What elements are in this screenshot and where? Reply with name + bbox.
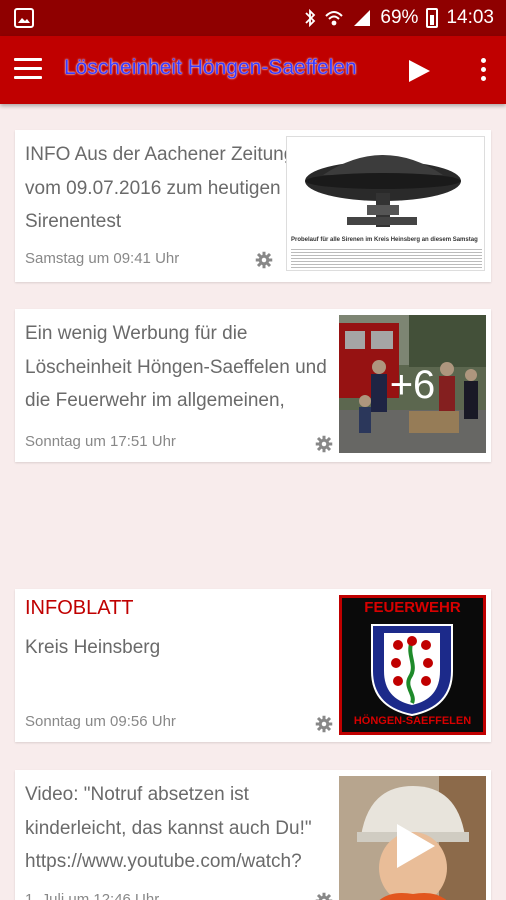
post-image[interactable]: FEUERWEHR HÖNGEN-SAEFFELEN	[339, 595, 486, 735]
post-date: Samstag um 09:41 Uhr	[25, 250, 180, 267]
gallery-icon	[14, 8, 34, 28]
gear-icon[interactable]	[255, 251, 273, 269]
post-date: Sonntag um 09:56 Uhr	[25, 713, 176, 730]
more-options-icon[interactable]	[480, 58, 488, 84]
post-card[interactable]: INFO Aus der Aachener Zeitung vom 09.07.…	[15, 130, 491, 282]
bluetooth-icon	[305, 8, 316, 28]
post-card[interactable]: Ein wenig Werbung für die Löscheinheit H…	[15, 309, 491, 462]
post-image[interactable]: +6	[339, 315, 486, 453]
video-thumbnail[interactable]	[339, 776, 486, 900]
signal-icon	[354, 10, 371, 26]
siren-image	[287, 137, 484, 237]
app-bar: Löscheinheit Höngen-Saeffelen	[0, 36, 506, 104]
battery-percent: 69%	[380, 7, 419, 28]
clock: 14:03	[446, 7, 494, 28]
more-images-count: +6	[389, 363, 436, 407]
post-image[interactable]: Probelauf für alle Sirenen im Kreis Hein…	[286, 136, 485, 271]
post-date: Sonntag um 17:51 Uhr	[25, 433, 176, 450]
battery-icon	[426, 8, 439, 28]
post-text: Ein wenig Werbung für die Löscheinheit H…	[25, 323, 327, 411]
page-title: Löscheinheit Höngen-Saeffelen	[64, 56, 357, 79]
menu-icon[interactable]	[14, 58, 42, 80]
gear-icon[interactable]	[315, 892, 333, 900]
image-caption: Probelauf für alle Sirenen im Kreis Hein…	[291, 237, 478, 243]
status-bar: 69% 14:03	[0, 0, 506, 36]
post-card[interactable]: INFOBLATT Kreis Heinsberg Sonntag um 09:…	[15, 589, 491, 742]
post-date: 1. Juli um 12:46 Uhr	[25, 891, 160, 900]
post-title: INFOBLATT	[25, 597, 134, 619]
gear-icon[interactable]	[315, 715, 333, 733]
gear-icon[interactable]	[315, 435, 333, 453]
play-icon[interactable]	[393, 822, 437, 870]
wifi-icon	[325, 11, 344, 26]
badge-top-text: FEUERWEHR	[364, 599, 461, 616]
play-icon[interactable]	[406, 58, 432, 84]
badge-bottom-text: HÖNGEN-SAEFFELEN	[353, 715, 472, 727]
post-card[interactable]: Video: "Notruf absetzen ist kinderleicht…	[15, 770, 491, 900]
post-text: Kreis Heinsberg	[25, 637, 161, 658]
newspaper-lines	[291, 247, 482, 269]
coat-of-arms-icon	[371, 624, 453, 717]
post-text: Video: "Notruf absetzen ist kinderleicht…	[25, 784, 312, 872]
